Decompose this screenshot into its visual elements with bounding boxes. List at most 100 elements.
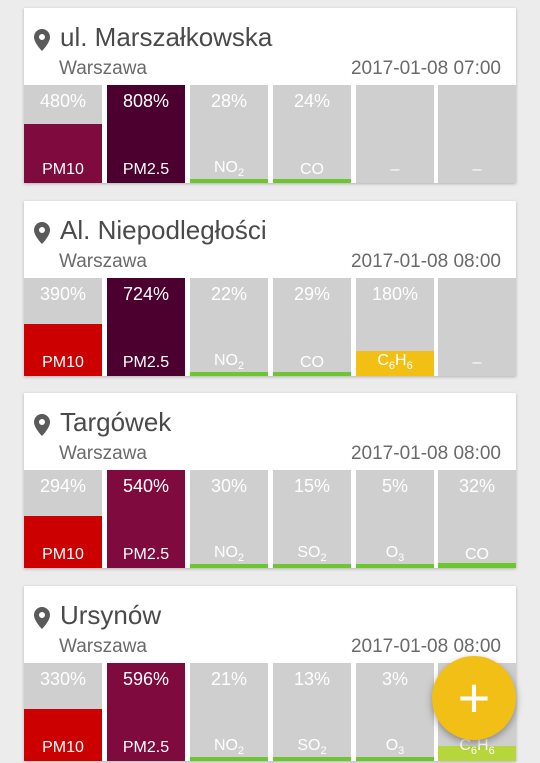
pollutant-tile[interactable]: 24% CO — [273, 85, 351, 183]
card-header: ul. Marszałkowska Warszawa 2017-01-08 07:0… — [24, 8, 516, 85]
pollutant-symbol: PM10 — [42, 546, 84, 563]
pollutant-tile[interactable]: 3% O3 — [356, 663, 434, 761]
pollutant-label: PM10 — [24, 546, 102, 564]
pollutant-symbol: NO — [213, 351, 238, 369]
pollutant-tile[interactable]: 480% PM10 — [24, 85, 102, 183]
pollutant-symbol: PM2.5 — [122, 739, 170, 756]
pollutant-symbol: NO — [213, 158, 238, 176]
pollutant-percent: 13% — [293, 669, 331, 689]
pollutant-percent: 390% — [39, 284, 87, 304]
pollutant-percent: 15% — [293, 476, 331, 496]
pollutant-percent: 32% — [458, 476, 496, 496]
pollutant-symbol: CO — [300, 161, 324, 178]
pollutant-tile[interactable]: 808% PM2.5 — [107, 85, 185, 183]
station-city: Warszawa — [59, 251, 147, 272]
location-pin-icon — [34, 607, 50, 629]
pollutant-symbol: PM10 — [42, 161, 84, 178]
level-fill — [190, 757, 268, 761]
pollutant-tile[interactable]: 13% SO2 — [273, 663, 351, 761]
pollutant-label: PM2.5 — [107, 354, 185, 372]
pollutant-subscript: 2 — [237, 552, 245, 564]
pollutant-label: PM10 — [24, 354, 102, 372]
station-name: Ursynów — [60, 600, 162, 630]
pollutant-tile[interactable]: 21% NO2 — [190, 663, 268, 761]
pollutant-percent: 724% — [122, 284, 170, 304]
pollutant-percent: 294% — [39, 476, 87, 496]
station-card[interactable]: Targówek Warszawa 2017-01-08 08:00 294% PM10… — [24, 393, 516, 568]
pollutant-tile[interactable]: 5% O3 — [356, 470, 434, 568]
pollutant-symbol: PM10 — [42, 354, 84, 371]
pollutant-label: – — [438, 354, 516, 372]
add-station-button[interactable]: + — [432, 656, 516, 740]
pollutant-percent: 22% — [210, 284, 248, 304]
pollutant-label: NO2 — [190, 159, 268, 179]
pollutant-tiles: 294% PM10 540% PM2.5 30% NO2 15% SO2 5% O3 32% CO — [24, 470, 516, 568]
station-name: Al. Niepodległości — [60, 215, 267, 245]
pollutant-label: CO — [273, 354, 351, 372]
pollutant-label: PM10 — [24, 161, 102, 179]
level-fill — [356, 564, 434, 568]
level-fill — [190, 564, 268, 568]
pollutant-percent: 180% — [371, 284, 419, 304]
pollutant-label: PM10 — [24, 739, 102, 757]
pollutant-subscript: 2 — [320, 745, 327, 757]
pollutant-label: PM2.5 — [107, 161, 185, 179]
pollutant-symbol: SO — [297, 736, 321, 754]
measurement-time: 2017-01-08 08:00 — [350, 251, 501, 272]
station-card[interactable]: Al. Niepodległości Warszawa 2017-01-08 08:… — [24, 201, 516, 376]
pollutant-tile[interactable]: – — [438, 85, 516, 183]
pollutant-label: O3 — [356, 544, 434, 564]
pollutant-tile[interactable]: 30% NO2 — [190, 470, 268, 568]
pollutant-tile[interactable]: 28% NO2 — [190, 85, 268, 183]
card-header: Al. Niepodległości Warszawa 2017-01-08 08:… — [24, 201, 516, 278]
pollutant-tile[interactable]: 15% SO2 — [273, 470, 351, 568]
station-name: Targówek — [60, 407, 172, 437]
pollutant-tile[interactable]: 330% PM10 — [24, 663, 102, 761]
pollutant-label: C6H6 — [356, 352, 434, 372]
pollutant-percent: 330% — [39, 669, 87, 689]
card-header: Ursynów Warszawa 2017-01-08 08:00 — [24, 586, 516, 663]
pollutant-tile[interactable]: 724% PM2.5 — [107, 278, 185, 376]
level-fill — [273, 564, 351, 568]
pollutant-subscript: 3 — [398, 552, 405, 564]
pollutant-symbol: – — [472, 161, 482, 178]
level-fill — [273, 757, 351, 761]
pollutant-tile[interactable]: – — [356, 85, 434, 183]
pollutant-label: PM2.5 — [107, 739, 185, 757]
pollutant-percent: 29% — [293, 284, 331, 304]
pollutant-symbol: – — [472, 354, 482, 371]
pollutant-label: CO — [438, 546, 516, 564]
pollutant-tile[interactable]: 540% PM2.5 — [107, 470, 185, 568]
level-fill — [356, 757, 434, 761]
pollutant-percent: 480% — [39, 91, 87, 111]
level-fill — [190, 179, 268, 183]
pollutant-tile[interactable]: 22% NO2 — [190, 278, 268, 376]
pollutant-symbol: PM2.5 — [122, 354, 170, 371]
station-card[interactable]: ul. Marszałkowska Warszawa 2017-01-08 07:0… — [24, 8, 516, 183]
pollutant-subscript: 2 — [237, 360, 245, 372]
station-city: Warszawa — [59, 636, 147, 657]
pollutant-subscript: 2 — [320, 552, 327, 564]
pollutant-label: O3 — [356, 737, 434, 757]
pollutant-subscript-2: 6 — [488, 745, 495, 757]
pollutant-label: CO — [273, 161, 351, 179]
pollutant-symbol: PM10 — [42, 739, 84, 756]
pollutant-tile[interactable]: 29% CO — [273, 278, 351, 376]
pollutant-tile[interactable]: 390% PM10 — [24, 278, 102, 376]
pollutant-symbol: NO — [213, 543, 238, 561]
pollutant-symbol: – — [390, 161, 400, 178]
pollutant-tile[interactable]: – — [438, 278, 516, 376]
pollutant-percent: 596% — [122, 669, 170, 689]
pollutant-percent: 30% — [210, 476, 248, 496]
level-fill — [273, 372, 351, 376]
location-pin-icon — [34, 29, 50, 51]
location-pin-icon — [34, 414, 50, 436]
pollutant-label: – — [356, 161, 434, 179]
pollutant-tile[interactable]: 180% C6H6 — [356, 278, 434, 376]
pollutant-tile[interactable]: 32% CO — [438, 470, 516, 568]
pollutant-tile[interactable]: 596% PM2.5 — [107, 663, 185, 761]
pollutant-symbol: PM2.5 — [122, 161, 170, 178]
pollutant-percent: 28% — [210, 91, 248, 111]
pollutant-percent: 3% — [381, 669, 408, 689]
pollutant-tile[interactable]: 294% PM10 — [24, 470, 102, 568]
